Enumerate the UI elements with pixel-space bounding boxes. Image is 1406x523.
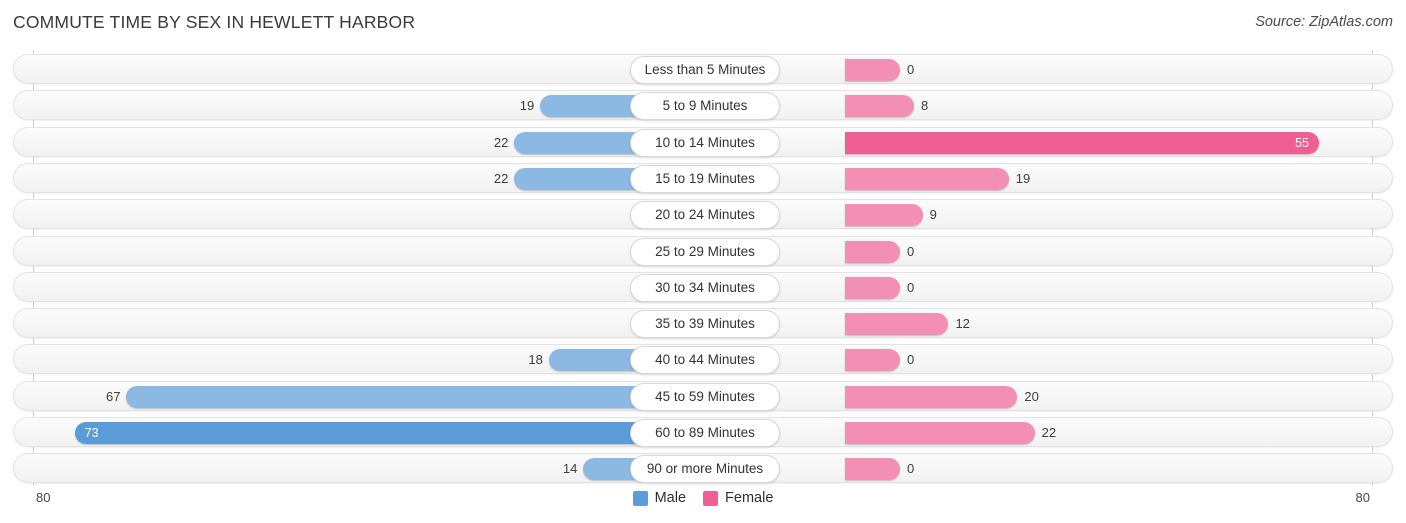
bar-value-male: 73	[84, 426, 99, 440]
legend-item-female[interactable]: Female	[703, 490, 773, 506]
chart-row: 67 20 45 to 59 Minutes	[13, 380, 1393, 411]
bar-value-male: 67	[105, 388, 121, 404]
bar-value-male: 14	[562, 461, 578, 477]
category-label-pill: 20 to 24 Minutes	[630, 201, 780, 230]
bar-value-female: 0	[907, 352, 915, 368]
chart-footer: 80 80 Male Female	[0, 486, 1406, 523]
bar-female[interactable]	[845, 276, 900, 299]
legend-label-male: Male	[654, 490, 687, 506]
chart-plot-area: 40Less than 5 Minutes1985 to 9 Minutes22…	[0, 50, 1406, 486]
chart-row: 18 0 40 to 44 Minutes	[13, 344, 1393, 375]
bar-value-female: 8	[920, 98, 929, 114]
bar-value-female: 55	[1295, 135, 1309, 150]
chart-row: 0920 to 24 Minutes	[13, 199, 1393, 230]
legend-swatch-male	[632, 490, 648, 506]
chart-row: 14 0 90 or more Minutes	[13, 453, 1393, 484]
bar-value-male: 18	[528, 352, 543, 368]
bar-value-male: 22	[493, 134, 509, 150]
bar-female[interactable]	[845, 131, 1320, 154]
chart-row: 22 55 10 to 14 Minutes	[13, 126, 1393, 157]
bar-female[interactable]	[845, 349, 900, 372]
bar-female[interactable]	[845, 204, 923, 227]
chart-row: 40Less than 5 Minutes	[13, 54, 1393, 84]
bar-value-female: 0	[907, 62, 915, 77]
source-attribution: Source: ZipAtlas.com	[1255, 14, 1393, 30]
category-label-pill: 25 to 29 Minutes	[630, 237, 780, 266]
bar-value-female: 0	[907, 279, 915, 295]
bar-female[interactable]	[845, 240, 900, 263]
category-label-pill: 40 to 44 Minutes	[630, 346, 780, 375]
category-label-pill: 60 to 89 Minutes	[630, 419, 780, 447]
bar-male[interactable]	[126, 385, 704, 408]
bar-female[interactable]	[845, 422, 1035, 444]
bar-value-female: 0	[907, 243, 915, 259]
chart-legend: Male Female	[0, 490, 1406, 506]
chart-row: 0030 to 34 Minutes	[13, 271, 1393, 302]
bar-female[interactable]	[845, 458, 900, 481]
chart-row: 73 22 60 to 89 Minutes	[13, 417, 1393, 447]
category-label-pill: 35 to 39 Minutes	[630, 310, 780, 339]
category-label-pill: Less than 5 Minutes	[630, 56, 780, 84]
page-title: COMMUTE TIME BY SEX IN HEWLETT HARBOR	[13, 12, 416, 32]
bar-value-male: 22	[493, 170, 509, 186]
category-label-pill: 15 to 19 Minutes	[630, 164, 780, 193]
chart-page: COMMUTE TIME BY SEX IN HEWLETT HARBOR So…	[0, 0, 1406, 523]
legend-item-male[interactable]: Male	[632, 490, 687, 506]
bar-female[interactable]	[845, 95, 914, 118]
bar-female[interactable]	[845, 59, 900, 81]
chart-row: 22 19 15 to 19 Minutes	[13, 162, 1393, 193]
chart-row: 01235 to 39 Minutes	[13, 308, 1393, 339]
bar-value-female: 20	[1024, 388, 1039, 404]
category-label-pill: 10 to 14 Minutes	[630, 128, 780, 157]
bar-female[interactable]	[845, 385, 1018, 408]
chart-header: COMMUTE TIME BY SEX IN HEWLETT HARBOR So…	[0, 0, 1406, 46]
bar-female[interactable]	[845, 167, 1009, 190]
category-label-pill: 30 to 34 Minutes	[630, 273, 780, 302]
legend-swatch-female	[703, 490, 719, 506]
bar-value-female: 9	[929, 207, 937, 223]
bar-value-male: 19	[519, 98, 535, 114]
category-label-pill: 90 or more Minutes	[630, 455, 780, 484]
category-label-pill: 45 to 59 Minutes	[630, 382, 780, 411]
bar-value-female: 12	[955, 316, 970, 332]
chart-row: 19 8 5 to 9 Minutes	[13, 90, 1393, 121]
category-label-pill: 5 to 9 Minutes	[630, 92, 780, 121]
bar-value-female: 0	[907, 461, 915, 477]
chart-row: 3025 to 29 Minutes	[13, 235, 1393, 266]
bar-value-female: 22	[1041, 425, 1057, 440]
bar-value-female: 19	[1015, 170, 1031, 186]
bar-male[interactable]	[74, 422, 704, 444]
bar-female[interactable]	[845, 313, 949, 336]
legend-label-female: Female	[725, 490, 774, 506]
